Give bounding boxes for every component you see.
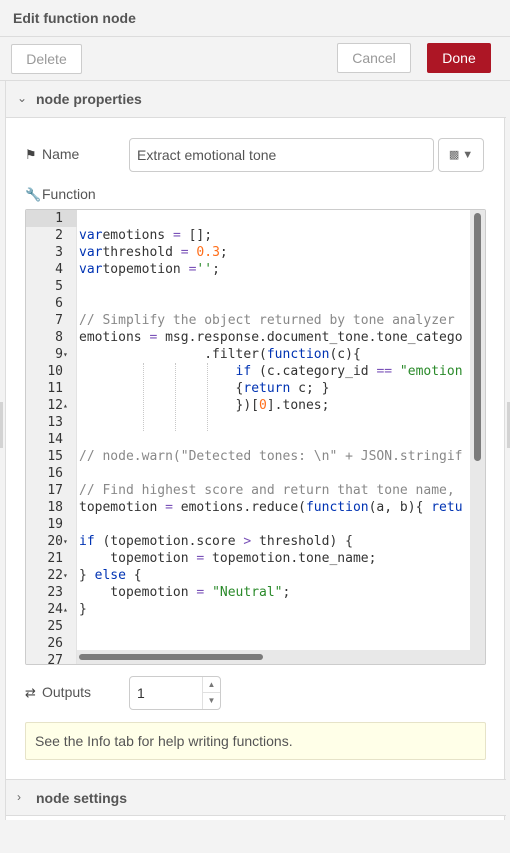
line-number: 4	[55, 262, 63, 277]
line-number: 19	[47, 517, 63, 532]
tag-icon: ⚑	[25, 147, 37, 162]
code-area[interactable]: varemotions = []; varthreshold = 0.3; vart…	[79, 210, 469, 650]
fold-close-icon[interactable]: ▴	[63, 601, 73, 618]
line-number: 10	[47, 364, 63, 379]
line-number: 24	[47, 602, 63, 617]
dialog-title: Edit function node	[13, 10, 136, 26]
line-number: 11	[47, 381, 63, 396]
fold-open-icon[interactable]: ▾	[63, 533, 73, 550]
help-tip: See the Info tab for help writing functi…	[25, 722, 486, 760]
node-properties-label: node properties	[36, 91, 142, 107]
code-line: .filter(function(c){	[79, 347, 361, 362]
code-editor[interactable]: 1 2 3 4 5 6 7 8 9 ▾ 10 11 12 ▴ 13 14 15 16 17 18 19 20 ▾ 21 22 ▾ 2…	[25, 209, 486, 665]
scrollbar-corner	[470, 650, 485, 664]
line-number: 15	[47, 449, 63, 464]
line-number: 3	[55, 245, 63, 260]
line-number: 17	[47, 483, 63, 498]
line-number: 26	[47, 636, 63, 651]
vertical-scroll-thumb[interactable]	[474, 213, 481, 461]
line-number: 1	[55, 211, 63, 226]
code-line: emotions = msg.response.document_tone.to…	[79, 330, 463, 345]
code-line: }	[79, 602, 87, 617]
line-number: 5	[55, 279, 63, 294]
dialog-titlebar: Edit function node	[0, 0, 510, 37]
node-properties-header[interactable]: ⌄ node properties	[6, 81, 506, 118]
code-line: // Simplify the object returned by tone …	[79, 313, 455, 328]
function-label: Function	[42, 186, 96, 202]
dialog-toolbar: Delete Cancel Done	[0, 37, 510, 81]
code-line: varthreshold = 0.3;	[79, 245, 228, 260]
code-line: if (topemotion.score > threshold) {	[79, 534, 353, 549]
line-number: 22	[47, 568, 63, 583]
code-line: if (c.category_id == "emotion	[235, 364, 463, 379]
name-row-label: ⚑ Name	[25, 146, 79, 163]
line-number: 12	[47, 398, 63, 413]
node-settings-label: node settings	[36, 790, 128, 806]
line-number: 6	[55, 296, 63, 311]
stepper-up-icon[interactable]: ▲	[202, 677, 220, 693]
line-number: 21	[47, 551, 63, 566]
line-number: 14	[47, 432, 63, 447]
line-number: 16	[47, 466, 63, 481]
line-number: 2	[55, 228, 63, 243]
line-number-gutter: 1 2 3 4 5 6 7 8 9 ▾ 10 11 12 ▴ 13 14 15 16 17 18 19 20 ▾ 21 22 ▾ 2…	[26, 210, 77, 664]
line-number: 18	[47, 500, 63, 515]
caret-down-icon: ▼	[462, 149, 474, 161]
chevron-right-icon: ›	[17, 790, 21, 804]
delete-button[interactable]: Delete	[11, 44, 82, 74]
shuffle-icon: ⇄	[25, 685, 36, 700]
code-line: {return c; }	[79, 381, 330, 396]
line-number: 27	[47, 653, 63, 665]
chevron-down-icon: ⌄	[17, 91, 28, 105]
dialog-body: ⌄ node properties ⚑ Name Extract emotiona…	[5, 81, 506, 820]
fold-close-icon[interactable]: ▴	[63, 397, 73, 414]
code-line: vartopemotion ='';	[79, 262, 220, 277]
line-number: 23	[47, 585, 63, 600]
fold-open-icon[interactable]: ▾	[63, 346, 73, 363]
line-number: 8	[55, 330, 63, 345]
name-label: Name	[42, 146, 80, 162]
outputs-row-label: ⇄ Outputs	[25, 684, 91, 701]
outputs-value[interactable]: 1	[137, 685, 145, 701]
code-line: topemotion = topemotion.tone_name;	[79, 551, 377, 566]
resize-handle-left[interactable]	[0, 402, 3, 448]
code-line: } else {	[79, 568, 142, 583]
line-number: 20	[47, 534, 63, 549]
fold-open-icon[interactable]: ▾	[63, 567, 73, 584]
icon-select-button[interactable]: ▩ ▼	[438, 138, 484, 172]
code-line: // Find highest score and return that to…	[79, 483, 455, 498]
horizontal-scrollbar[interactable]	[77, 650, 470, 664]
code-line: topemotion = emotions.reduce(function(a,…	[79, 500, 463, 515]
code-line: topemotion = "Neutral";	[79, 585, 291, 600]
function-row-label: 🔧Function	[25, 186, 96, 203]
code-line: })[0].tones;	[79, 398, 330, 413]
line-number: 13	[47, 415, 63, 430]
vertical-scrollbar[interactable]	[470, 210, 485, 650]
done-button[interactable]: Done	[427, 43, 491, 73]
code-line: varemotions = [];	[79, 228, 213, 243]
line-number: 7	[55, 313, 63, 328]
outputs-label: Outputs	[42, 684, 92, 700]
node-settings-header[interactable]: › node settings	[6, 779, 506, 816]
horizontal-scroll-thumb[interactable]	[79, 654, 263, 660]
name-input[interactable]: Extract emotional tone	[129, 138, 434, 172]
stepper-down-icon[interactable]: ▼	[202, 693, 220, 709]
wrench-icon: 🔧	[25, 187, 42, 202]
line-number: 25	[47, 619, 63, 634]
dialog-footer	[0, 820, 510, 853]
book-icon: ▩	[448, 149, 460, 161]
outputs-stepper[interactable]: 1 ▲ ▼	[129, 676, 221, 710]
code-line: // node.warn("Detected tones: \n" + JSON…	[79, 449, 463, 464]
line-number: 9	[55, 347, 63, 362]
cancel-button[interactable]: Cancel	[337, 43, 411, 73]
